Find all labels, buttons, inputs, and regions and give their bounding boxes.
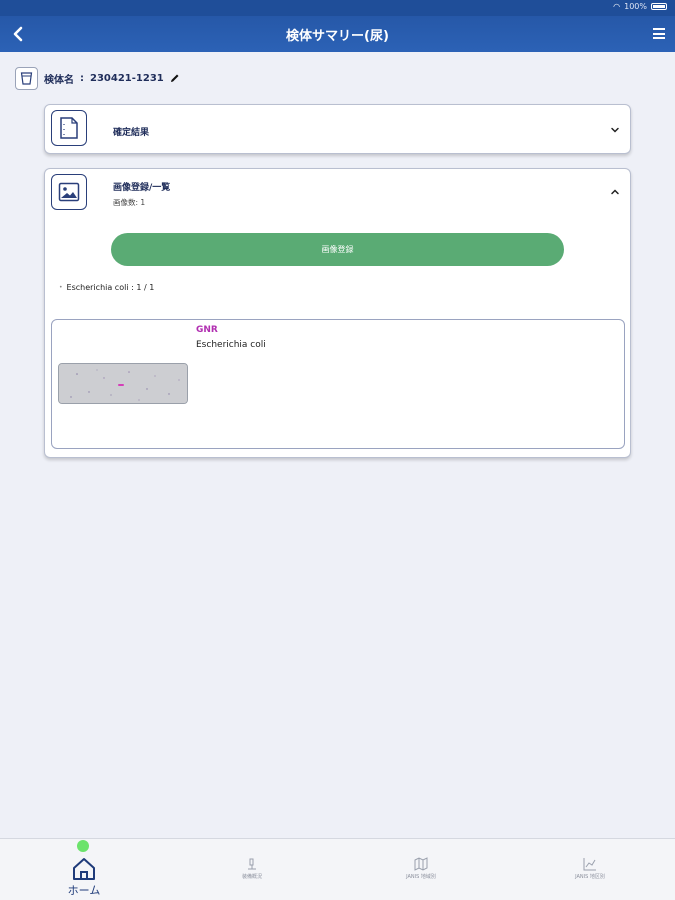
status-bar: ◠ 100% <box>0 0 675 16</box>
specimen-separator: : <box>80 72 84 84</box>
microscope-icon <box>248 858 256 870</box>
bottom-nav: ホーム 装備概況 JANIS 地域別 JANIS 地区別 <box>0 838 675 900</box>
image-count: 画像数: 1 <box>113 198 146 207</box>
nav-equipment[interactable]: 装備概況 <box>168 839 336 900</box>
image-entry-card[interactable]: GNR Escherichia coli <box>51 319 625 449</box>
map-icon <box>414 857 428 871</box>
active-indicator-dot <box>77 840 89 852</box>
document-icon-box <box>51 110 87 146</box>
nav-equipment-label: 装備概況 <box>241 874 262 880</box>
cup-icon <box>20 72 33 85</box>
image-registration-card: 画像登録/一覧 画像数: 1 画像登録 • Escherichia coli :… <box>44 168 631 458</box>
register-image-button[interactable]: 画像登録 <box>111 233 564 266</box>
nav-janis-region-label: JANIS 地域別 <box>406 874 436 880</box>
organism-summary: • Escherichia coli : 1 / 1 <box>59 283 154 292</box>
nav-janis-region[interactable]: JANIS 地域別 <box>337 839 505 900</box>
microscope-image <box>59 364 187 403</box>
chevron-up-icon[interactable] <box>610 187 620 197</box>
page-title: 検体サマリー(尿) <box>286 29 389 44</box>
menu-icon <box>653 28 665 30</box>
menu-button[interactable] <box>653 28 665 39</box>
bullet-icon: • <box>59 284 63 291</box>
species-label: Escherichia coli <box>196 340 266 350</box>
chart-icon <box>583 858 596 871</box>
gram-stain-label: GNR <box>196 325 218 335</box>
specimen-id: 230421-1231 <box>90 72 164 84</box>
image-icon-box <box>51 174 87 210</box>
home-icon <box>73 858 95 880</box>
microscope-thumbnail[interactable] <box>58 363 188 404</box>
specimen-label: 検体名 <box>44 74 74 86</box>
nav-home[interactable]: ホーム <box>0 839 168 900</box>
confirmed-results-card[interactable]: 確定結果 <box>44 104 631 154</box>
wifi-icon: ◠ <box>613 2 621 11</box>
image-registration-title: 画像登録/一覧 <box>113 183 171 193</box>
chevron-down-icon[interactable] <box>610 125 620 135</box>
organism-count: Escherichia coli : 1 / 1 <box>66 283 155 292</box>
nav-janis-district-label: JANIS 地区別 <box>575 874 605 880</box>
nav-janis-district[interactable]: JANIS 地区別 <box>506 839 674 900</box>
specimen-row: 検体名 : 230421-1231 <box>15 66 180 90</box>
app-header: 検体サマリー(尿) <box>0 16 675 52</box>
battery-percent: 100% <box>624 2 647 11</box>
image-icon <box>58 182 80 202</box>
pencil-icon[interactable] <box>170 73 180 83</box>
battery-icon <box>651 3 667 10</box>
nav-home-label: ホーム <box>67 884 101 897</box>
specimen-cup-button[interactable] <box>15 66 38 90</box>
confirmed-results-title: 確定結果 <box>113 128 150 138</box>
document-icon <box>60 117 78 139</box>
